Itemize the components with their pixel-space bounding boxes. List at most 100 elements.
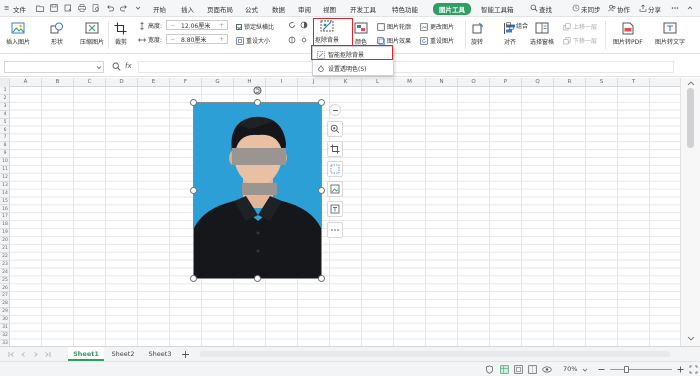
- share-label[interactable]: 分享: [648, 4, 661, 14]
- insert-picture-button[interactable]: 插入图片: [6, 22, 30, 46]
- collaborate-label[interactable]: 协作: [617, 4, 630, 14]
- picture-style-icon-3[interactable]: [300, 21, 310, 29]
- column-header[interactable]: I: [266, 78, 298, 87]
- row-header[interactable]: 28: [0, 300, 10, 309]
- picture-to-pdf-button[interactable]: 图片转PDF: [613, 22, 643, 46]
- picture-style-icon-2[interactable]: [288, 36, 298, 44]
- file-menu[interactable]: 文件: [13, 4, 26, 14]
- more-icon[interactable]: [671, 4, 679, 12]
- zoom-in-picture-button[interactable]: [327, 121, 343, 137]
- picture-style-icon-4[interactable]: [300, 36, 310, 44]
- column-header[interactable]: M: [394, 78, 426, 87]
- column-header[interactable]: Q: [522, 78, 554, 87]
- row-header[interactable]: 4: [0, 111, 10, 119]
- column-header[interactable]: T: [618, 78, 650, 87]
- page-break-view-icon[interactable]: [528, 365, 537, 374]
- rotate-handle-icon[interactable]: [253, 86, 262, 95]
- next-sheet-icon[interactable]: [32, 351, 39, 358]
- protection-icon[interactable]: [485, 365, 494, 374]
- chevron-down-icon[interactable]: [134, 4, 142, 12]
- previous-sheet-icon[interactable]: [20, 351, 27, 358]
- save-as-icon[interactable]: [64, 4, 72, 12]
- scroll-down-icon[interactable]: [687, 336, 695, 342]
- row-header[interactable]: 26: [0, 285, 10, 293]
- rotate-button[interactable]: 旋转: [470, 22, 484, 46]
- resize-handle-top[interactable]: [254, 99, 261, 106]
- row-header[interactable]: 17: [0, 213, 10, 222]
- row-header[interactable]: 30: [0, 316, 10, 324]
- row-header[interactable]: 6: [0, 127, 10, 135]
- vertical-scrollbar[interactable]: [680, 78, 700, 346]
- scroll-up-icon[interactable]: [687, 80, 695, 86]
- formula-input[interactable]: [138, 61, 674, 73]
- row-header[interactable]: 32: [0, 332, 10, 340]
- sheet-tab-sheet2[interactable]: Sheet2: [106, 347, 140, 361]
- row-header[interactable]: 16: [0, 206, 10, 214]
- compress-picture-button[interactable]: 压缩图片: [80, 22, 104, 46]
- row-header[interactable]: 22: [0, 253, 10, 261]
- reset-size-button[interactable]: 重设大小: [236, 36, 270, 45]
- chevron-down-icon[interactable]: [96, 65, 102, 70]
- selection-pane-button[interactable]: 选择窗格: [530, 22, 554, 46]
- row-header[interactable]: 21: [0, 245, 10, 253]
- resize-handle-left[interactable]: [190, 187, 197, 194]
- first-sheet-icon[interactable]: [8, 351, 15, 358]
- column-header[interactable]: L: [362, 78, 394, 87]
- page-layout-view-icon[interactable]: [514, 365, 523, 374]
- cell-area[interactable]: [10, 87, 680, 346]
- zoom-level[interactable]: 70%: [563, 365, 577, 373]
- print-icon[interactable]: [78, 4, 86, 12]
- tab-home[interactable]: 开始: [153, 4, 166, 14]
- resize-handle-right[interactable]: [318, 187, 325, 194]
- search-label[interactable]: 查找: [539, 4, 552, 14]
- picture-outline-button[interactable]: 图片轮廓: [377, 22, 411, 31]
- width-input[interactable]: −8.80厘米 +: [166, 34, 228, 44]
- row-header[interactable]: 24: [0, 269, 10, 277]
- sync-status[interactable]: 未同步: [581, 4, 601, 14]
- save-icon[interactable]: [50, 4, 58, 12]
- tab-page-layout[interactable]: 页面布局: [207, 4, 233, 14]
- zoom-slider-track[interactable]: [610, 369, 672, 370]
- undo-icon[interactable]: [106, 4, 114, 12]
- column-header[interactable]: C: [74, 78, 106, 87]
- resize-handle-bottom-right[interactable]: [318, 275, 325, 282]
- column-header[interactable]: N: [426, 78, 458, 87]
- tab-smart-toolbox[interactable]: 智能工具箱: [481, 4, 514, 14]
- row-header[interactable]: 20: [0, 237, 10, 245]
- row-header[interactable]: 11: [0, 166, 10, 174]
- column-header[interactable]: K: [330, 78, 362, 87]
- function-icon[interactable]: fx: [125, 62, 132, 70]
- column-header[interactable]: R: [554, 78, 586, 87]
- lock-aspect-ratio-checkbox[interactable]: 锁定纵横比: [236, 22, 274, 31]
- sync-icon[interactable]: [572, 4, 580, 12]
- reading-mode-icon[interactable]: [542, 365, 552, 374]
- tab-view[interactable]: 视图: [323, 4, 336, 14]
- crop-float-button[interactable]: [327, 141, 343, 157]
- resize-handle-bottom[interactable]: [254, 275, 261, 282]
- zoom-slider-thumb[interactable]: [624, 366, 629, 373]
- horizontal-scrollbar[interactable]: [200, 351, 670, 357]
- tab-special-features[interactable]: 特色功能: [392, 4, 418, 14]
- change-picture-button[interactable]: 更改图片: [420, 22, 454, 31]
- zoom-dropdown-icon[interactable]: [582, 367, 588, 373]
- column-header[interactable]: F: [170, 78, 202, 87]
- picture-effect-button[interactable]: 图片效果: [377, 36, 411, 45]
- send-backward-button[interactable]: 下移一层: [563, 36, 597, 45]
- row-header[interactable]: 7: [0, 134, 10, 143]
- height-input[interactable]: −12.06厘米 +: [166, 20, 228, 30]
- row-header[interactable]: 9: [0, 150, 10, 159]
- open-folder-icon[interactable]: [36, 4, 44, 12]
- picture-to-text-button[interactable]: 图片转文字: [655, 22, 685, 46]
- collaborate-icon[interactable]: [608, 4, 616, 12]
- zoom-in-icon[interactable]: [676, 365, 685, 374]
- row-header[interactable]: 2: [0, 95, 10, 103]
- column-header[interactable]: J: [298, 78, 330, 87]
- remove-background-float-button[interactable]: [327, 161, 343, 177]
- tab-insert[interactable]: 插入: [181, 4, 194, 14]
- row-header[interactable]: 1: [0, 87, 10, 95]
- select-all-corner[interactable]: [0, 78, 10, 87]
- collapse-toolbar-button[interactable]: [329, 104, 341, 116]
- hamburger-menu-icon[interactable]: ≡: [4, 4, 9, 12]
- resize-handle-bottom-left[interactable]: [190, 275, 197, 282]
- column-header[interactable]: D: [106, 78, 138, 87]
